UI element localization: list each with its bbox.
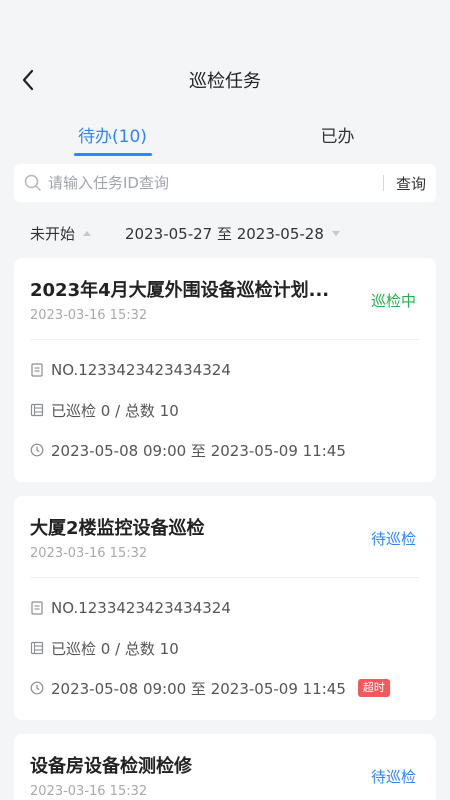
card-body: NO.1233423423434324 已巡检 0 / 总数 10 2023-0…: [30, 578, 420, 720]
card-header: 大厦2楼监控设备巡检 2023-03-16 15:32 待巡检: [30, 496, 420, 578]
period-row: 2023-05-08 09:00 至 2023-05-09 11:45: [30, 430, 420, 470]
card-title: 2023年4月大厦外围设备巡检计划...: [30, 280, 330, 301]
caret-up-icon: [83, 230, 92, 236]
overdue-badge: 超时: [357, 679, 390, 697]
document-icon: [31, 601, 43, 615]
task-card[interactable]: 设备房设备检测检修 2023-03-16 15:32 待巡检: [14, 734, 436, 800]
card-title: 大厦2楼监控设备巡检: [30, 518, 205, 539]
card-header: 设备房设备检测检修 2023-03-16 15:32 待巡检: [30, 734, 420, 800]
task-number-row: NO.1233423423434324: [30, 588, 420, 628]
document-icon: [31, 363, 43, 377]
search-bar: 查询: [14, 164, 436, 202]
period-row: 2023-05-08 09:00 至 2023-05-09 11:45 超时: [30, 668, 420, 708]
status-label: 巡检中: [370, 292, 416, 310]
progress-row: 已巡检 0 / 总数 10: [30, 628, 420, 668]
nav-bar: 巡检任务: [0, 50, 450, 110]
back-arrow-icon: [22, 69, 34, 91]
page-title: 巡检任务: [189, 71, 261, 92]
status-filter[interactable]: 未开始: [30, 223, 92, 244]
period-text: 2023-05-08 09:00 至 2023-05-09 11:45: [51, 441, 346, 460]
search-button[interactable]: 查询: [396, 173, 426, 194]
back-button[interactable]: [14, 66, 42, 94]
status-bar: [0, 0, 450, 50]
progress-text: 已巡检 0 / 总数 10: [51, 639, 179, 658]
search-divider: [382, 175, 384, 191]
card-created-date: 2023-03-16 15:32: [30, 308, 148, 323]
card-created-date: 2023-03-16 15:32: [30, 784, 148, 799]
task-number: NO.1233423423434324: [51, 361, 231, 379]
filter-row: 未开始 2023-05-27 至 2023-05-28: [0, 208, 450, 258]
status-label: 待巡检: [370, 768, 416, 786]
progress-row: 已巡检 0 / 总数 10: [30, 390, 420, 430]
search-input[interactable]: [48, 174, 371, 192]
list-icon: [30, 641, 44, 655]
tab-bar: 待办(10) 已办: [0, 110, 450, 158]
card-created-date: 2023-03-16 15:32: [30, 546, 148, 561]
date-filter[interactable]: 2023-05-27 至 2023-05-28: [125, 223, 340, 244]
date-filter-label: 2023-05-27 至 2023-05-28: [125, 224, 324, 243]
task-number-row: NO.1233423423434324: [30, 350, 420, 390]
caret-down-icon: [331, 230, 340, 236]
list-icon: [30, 403, 44, 417]
task-card[interactable]: 大厦2楼监控设备巡检 2023-03-16 15:32 待巡检 NO.12334…: [14, 496, 436, 720]
tab-pending[interactable]: 待办(10): [0, 110, 225, 158]
card-body: NO.1233423423434324 已巡检 0 / 总数 10 2023-0…: [30, 340, 420, 482]
progress-text: 已巡检 0 / 总数 10: [51, 401, 179, 420]
clock-icon: [30, 681, 44, 695]
period-text: 2023-05-08 09:00 至 2023-05-09 11:45: [51, 679, 346, 698]
tab-pending-label: 待办(10): [78, 126, 147, 147]
tab-done[interactable]: 已办: [225, 110, 450, 158]
card-title: 设备房设备检测检修: [30, 756, 192, 777]
task-card[interactable]: 2023年4月大厦外围设备巡检计划... 2023-03-16 15:32 巡检…: [14, 258, 436, 482]
clock-icon: [30, 443, 44, 457]
card-header: 2023年4月大厦外围设备巡检计划... 2023-03-16 15:32 巡检…: [30, 258, 420, 340]
search-icon: [24, 174, 41, 191]
tab-done-label: 已办: [320, 126, 355, 147]
status-filter-label: 未开始: [30, 224, 76, 243]
task-number: NO.1233423423434324: [51, 599, 231, 617]
status-label: 待巡检: [370, 530, 416, 548]
